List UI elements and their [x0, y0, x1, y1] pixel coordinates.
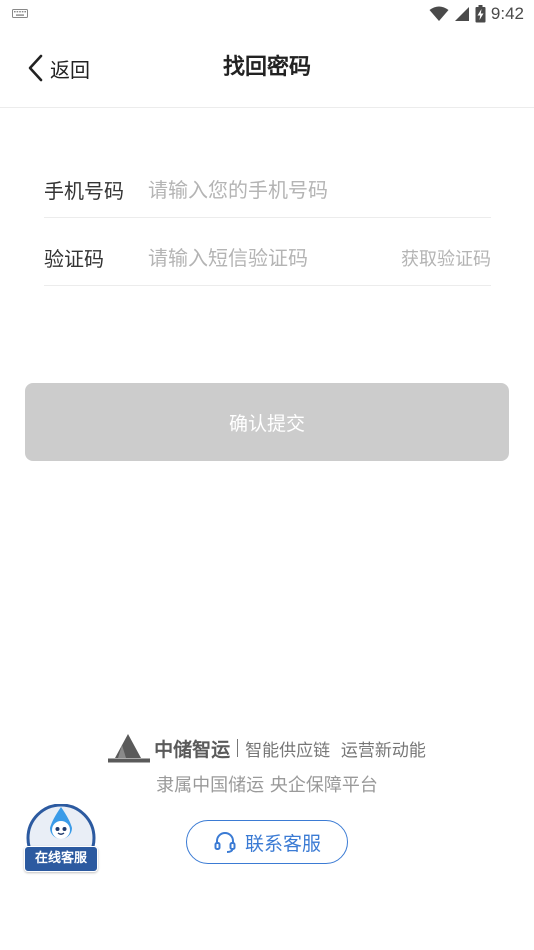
get-code-button[interactable]: 获取验证码 [401, 245, 491, 271]
code-input[interactable] [148, 237, 401, 278]
brand-name: 中储智运 [154, 738, 231, 761]
brand-subtitle: 隶属中国储运 央企保障平台 [156, 775, 378, 796]
headset-icon [214, 832, 236, 853]
battery-charging-icon [475, 5, 486, 23]
cellular-signal-icon [454, 7, 469, 21]
code-label: 验证码 [44, 247, 104, 271]
wifi-icon [429, 6, 449, 21]
find-password-page: 9:42 返回 找回密码 手机号码 验证码 获取验证码 确认提交 [0, 0, 534, 950]
header: 返回 找回密码 [0, 28, 534, 108]
status-time: 9:42 [490, 4, 524, 23]
phone-input[interactable] [148, 169, 491, 210]
brand-line: 中储智运 智能供应链 运营新动能 [0, 733, 534, 763]
contact-label: 联系客服 [244, 832, 321, 855]
submit-button[interactable]: 确认提交 [25, 383, 509, 461]
status-icons: 9:42 [429, 3, 524, 25]
brand-logo-icon [108, 734, 151, 763]
contact-service-button[interactable]: 联系客服 [186, 820, 348, 864]
brand-divider [237, 739, 239, 757]
code-row: 验证码 获取验证码 [44, 230, 491, 286]
online-service-label: 在线客服 [24, 846, 98, 872]
online-service-float[interactable]: 在线客服 [24, 804, 100, 874]
brand-slogan: 智能供应链 运营新动能 [245, 740, 426, 761]
chevron-left-icon [28, 54, 43, 82]
phone-label: 手机号码 [44, 179, 124, 203]
status-bar: 9:42 [0, 0, 534, 28]
reset-form: 手机号码 验证码 获取验证码 [44, 162, 491, 286]
back-label: 返回 [50, 59, 90, 82]
back-button[interactable]: 返回 [26, 50, 90, 86]
phone-row: 手机号码 [44, 162, 491, 218]
keyboard-icon [12, 9, 28, 18]
